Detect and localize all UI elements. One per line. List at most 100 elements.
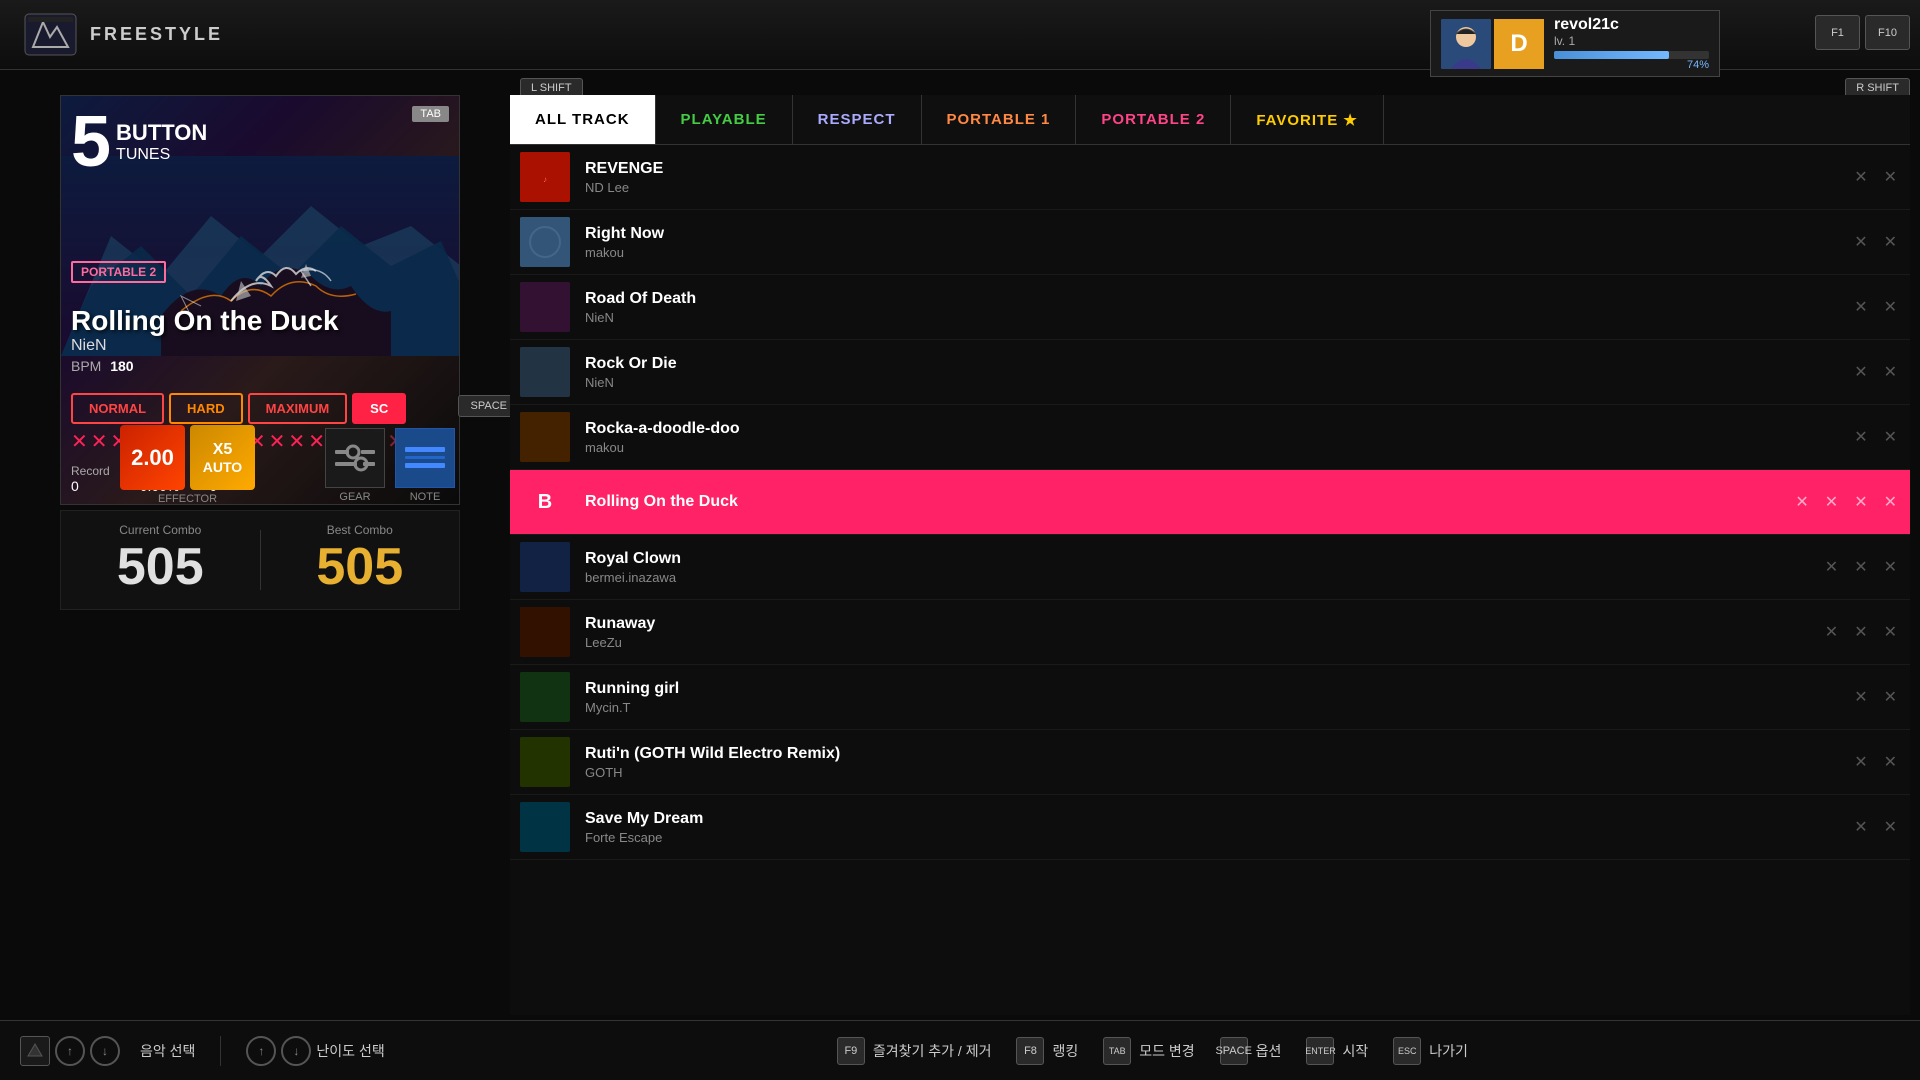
xp-bar-container: [1554, 51, 1709, 59]
nav-f8[interactable]: F8 랭킹: [1016, 1037, 1078, 1065]
tab-favorite[interactable]: FAVORITE ★: [1231, 95, 1384, 144]
track-action-2[interactable]: ✕: [1881, 814, 1900, 840]
track-action-1[interactable]: ✕: [1851, 359, 1870, 385]
track-item[interactable]: Royal Clown bermei.inazawa ✕ ✕ ✕: [510, 535, 1910, 600]
track-action-3[interactable]: ✕: [1881, 619, 1900, 645]
f1-key[interactable]: F1: [1815, 15, 1860, 50]
hard-button[interactable]: HARD: [169, 393, 243, 424]
f8-label: 랭킹: [1052, 1041, 1078, 1061]
track-action-2[interactable]: ✕: [1881, 424, 1900, 450]
enter-key[interactable]: ENTER: [1306, 1037, 1334, 1065]
track-action-3[interactable]: ✕: [1851, 489, 1870, 515]
track-action-2[interactable]: ✕: [1881, 164, 1900, 190]
current-combo-label: Current Combo: [119, 523, 201, 537]
track-name: Royal Clown: [585, 550, 1807, 568]
tab-portable2[interactable]: PORTABLE 2: [1076, 95, 1231, 144]
track-actions: ✕ ✕: [1851, 229, 1900, 255]
maximum-button[interactable]: MAXIMUM: [248, 393, 348, 424]
current-combo-value: 505: [117, 537, 204, 597]
nav-circle-3: ↑: [246, 1036, 276, 1066]
track-action-2[interactable]: ✕: [1851, 554, 1870, 580]
track-action-1[interactable]: ✕: [1851, 684, 1870, 710]
gear-section: GEAR: [325, 428, 385, 503]
track-list: ♪ REVENGE ND Lee ✕ ✕ Right Now makou ✕ ✕: [510, 145, 1910, 1015]
track-artist: LeeZu: [585, 635, 1807, 650]
esc-key[interactable]: ESC: [1393, 1037, 1421, 1065]
track-item[interactable]: Rock Or Die NieN ✕ ✕: [510, 340, 1910, 405]
sc-button[interactable]: SC: [352, 393, 406, 424]
track-artist: bermei.inazawa: [585, 570, 1807, 585]
track-info: Runaway LeeZu: [570, 615, 1822, 650]
track-item[interactable]: Runaway LeeZu ✕ ✕ ✕: [510, 600, 1910, 665]
track-artist: makou: [585, 440, 1836, 455]
track-action-2[interactable]: ✕: [1881, 359, 1900, 385]
nav-enter[interactable]: ENTER 시작: [1306, 1037, 1368, 1065]
nav-icons-left: ↑ ↓: [20, 1036, 120, 1066]
function-keys: F1 F10: [1815, 15, 1910, 50]
track-action-1[interactable]: ✕: [1792, 489, 1811, 515]
track-action-2[interactable]: ✕: [1881, 294, 1900, 320]
nav-tab[interactable]: TAB 모드 변경: [1103, 1037, 1194, 1065]
space-key[interactable]: SPACE: [1220, 1037, 1248, 1065]
track-thumbnail: [520, 412, 570, 462]
track-action-1[interactable]: ✕: [1851, 749, 1870, 775]
song-bpm: BPM 180: [71, 358, 339, 374]
tab-badge[interactable]: TAB: [412, 106, 449, 122]
track-item-selected[interactable]: B Rolling On the Duck ✕ ✕ ✕ ✕: [510, 470, 1910, 535]
fever-box[interactable]: X5 AUTO: [190, 425, 255, 490]
track-action-2[interactable]: ✕: [1881, 684, 1900, 710]
tab-portable1[interactable]: PORTABLE 1: [922, 95, 1077, 144]
track-action-1[interactable]: ✕: [1851, 164, 1870, 190]
track-actions: ✕ ✕: [1851, 749, 1900, 775]
track-action-1[interactable]: ✕: [1822, 554, 1841, 580]
gear-icon-box[interactable]: [325, 428, 385, 488]
tab-key[interactable]: TAB: [1103, 1037, 1131, 1065]
track-action-2[interactable]: ✕: [1851, 619, 1870, 645]
bpm-label: BPM: [71, 358, 101, 374]
username: revol21c: [1554, 16, 1709, 34]
note-icon-box[interactable]: [395, 428, 455, 488]
tunes-label: TUNES: [116, 146, 207, 164]
nav-divider-1: [220, 1036, 221, 1066]
logo-icon: [20, 10, 80, 60]
track-action-2[interactable]: ✕: [1881, 229, 1900, 255]
button-number: 5: [71, 106, 111, 178]
f8-key[interactable]: F8: [1016, 1037, 1044, 1065]
track-info: Rock Or Die NieN: [570, 355, 1851, 390]
f10-key[interactable]: F10: [1865, 15, 1910, 50]
track-item[interactable]: Rocka-a-doodle-doo makou ✕ ✕: [510, 405, 1910, 470]
track-name: Runaway: [585, 615, 1807, 633]
f9-key[interactable]: F9: [837, 1037, 865, 1065]
track-thumbnail: [520, 672, 570, 722]
nav-f9[interactable]: F9 즐겨찾기 추가 / 제거: [837, 1037, 992, 1065]
track-action-3[interactable]: ✕: [1881, 554, 1900, 580]
track-action-2[interactable]: ✕: [1881, 749, 1900, 775]
track-action-4[interactable]: ✕: [1881, 489, 1900, 515]
mode-label: FREESTYLE: [90, 24, 223, 45]
track-item[interactable]: Save My Dream Forte Escape ✕ ✕: [510, 795, 1910, 860]
tab-playable[interactable]: PLAYABLE: [656, 95, 793, 144]
track-name: Rocka-a-doodle-doo: [585, 420, 1836, 438]
track-artist: makou: [585, 245, 1836, 260]
nav-esc[interactable]: ESC 나가기: [1393, 1037, 1468, 1065]
track-action-1[interactable]: ✕: [1851, 814, 1870, 840]
track-name: Road Of Death: [585, 290, 1836, 308]
speed-box[interactable]: 2.00: [120, 425, 185, 490]
tab-respect[interactable]: RESPECT: [793, 95, 922, 144]
track-action-2[interactable]: ✕: [1822, 489, 1841, 515]
track-action-1[interactable]: ✕: [1822, 619, 1841, 645]
track-action-1[interactable]: ✕: [1851, 229, 1870, 255]
track-item[interactable]: ♪ REVENGE ND Lee ✕ ✕: [510, 145, 1910, 210]
song-artist: NieN: [71, 337, 339, 355]
track-item[interactable]: Running girl Mycin.T ✕ ✕: [510, 665, 1910, 730]
track-item[interactable]: Right Now makou ✕ ✕: [510, 210, 1910, 275]
track-action-1[interactable]: ✕: [1851, 294, 1870, 320]
track-item[interactable]: Road Of Death NieN ✕ ✕: [510, 275, 1910, 340]
tab-all-track[interactable]: ALL TRACK: [510, 95, 656, 144]
nav-space[interactable]: SPACE 옵션: [1220, 1037, 1282, 1065]
track-action-1[interactable]: ✕: [1851, 424, 1870, 450]
track-info: Ruti'n (GOTH Wild Electro Remix) GOTH: [570, 745, 1851, 780]
track-actions: ✕ ✕ ✕ ✕: [1792, 489, 1900, 515]
track-item[interactable]: Ruti'n (GOTH Wild Electro Remix) GOTH ✕ …: [510, 730, 1910, 795]
normal-button[interactable]: NORMAL: [71, 393, 164, 424]
